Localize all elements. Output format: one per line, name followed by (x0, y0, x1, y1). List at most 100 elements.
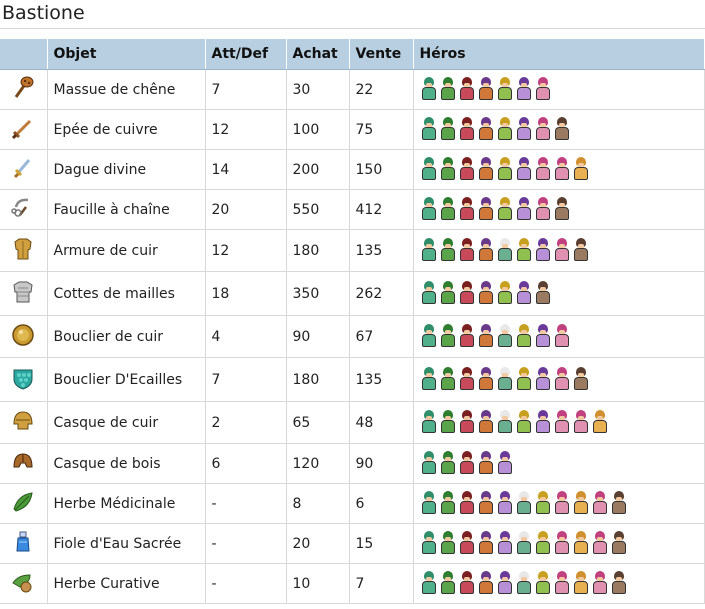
wooden-helmet-icon (10, 449, 36, 479)
item-heroes (413, 443, 705, 484)
item-attdef: 7 (205, 69, 287, 110)
hero-sprite-gold (572, 157, 590, 182)
item-icon-cell (0, 483, 48, 524)
item-achat: 100 (286, 109, 350, 150)
hero-sprite-yellow (534, 571, 552, 596)
item-icon-cell (0, 357, 48, 402)
item-heroes (413, 189, 705, 230)
hero-sprite-red (458, 324, 476, 349)
holy-water-icon (10, 529, 36, 559)
shop-table: Objet Att/Def Achat Vente Héros Massue d… (0, 39, 705, 604)
hero-sprite-mint (496, 367, 514, 392)
hero-sprite-yellow (496, 117, 514, 142)
hero-sprite-pink (553, 324, 571, 349)
item-name: Casque de bois (47, 443, 206, 484)
item-attdef: 12 (205, 229, 287, 272)
hero-sprite-purple (534, 324, 552, 349)
leather-armor-icon (10, 236, 36, 266)
hero-sprite-orange (477, 281, 495, 306)
hero-sprite-brown (553, 117, 571, 142)
hero-sprite-gold (572, 491, 590, 516)
hero-sprite-pink (553, 238, 571, 263)
item-achat: 8 (286, 483, 350, 524)
item-heroes (413, 357, 705, 402)
hero-sprite-red (458, 410, 476, 435)
heroes-list (420, 571, 698, 596)
hero-sprite-teal (420, 571, 438, 596)
hero-sprite-pink (553, 410, 571, 435)
hero-sprite-pink (553, 367, 571, 392)
item-vente: 150 (349, 149, 414, 190)
hero-sprite-orange (477, 531, 495, 556)
hero-sprite-teal (420, 410, 438, 435)
hero-sprite-purple (515, 77, 533, 102)
hero-sprite-purple (515, 117, 533, 142)
item-vente: 15 (349, 523, 414, 564)
item-vente: 48 (349, 401, 414, 444)
hero-sprite-green (439, 571, 457, 596)
heroes-list (420, 77, 698, 102)
table-row: Herbe Médicinale -8 6 (0, 483, 705, 524)
hero-sprite-teal (420, 324, 438, 349)
hero-sprite-purple (515, 281, 533, 306)
hero-sprite-mint (515, 571, 533, 596)
leather-shield-icon (10, 322, 36, 352)
hero-sprite-yellow (534, 491, 552, 516)
table-row: Casque de cuir 2 65 48 (0, 401, 705, 444)
hero-sprite-mint (515, 491, 533, 516)
hero-sprite-gold (591, 410, 609, 435)
item-icon-cell (0, 69, 48, 110)
table-row: Massue de chêne 7 30 22 (0, 69, 705, 110)
item-name: Armure de cuir (47, 229, 206, 272)
hero-sprite-yellow (515, 410, 533, 435)
item-attdef: 6 (205, 443, 287, 484)
header-achat: Achat (286, 39, 350, 70)
item-heroes (413, 149, 705, 190)
item-icon-cell (0, 443, 48, 484)
heroes-list (420, 531, 698, 556)
hero-sprite-green (439, 324, 457, 349)
hero-sprite-green (439, 238, 457, 263)
item-attdef: - (205, 483, 287, 524)
hero-sprite-mint (496, 238, 514, 263)
item-icon-cell (0, 189, 48, 230)
hero-sprite-yellow (515, 367, 533, 392)
hero-sprite-yellow (515, 324, 533, 349)
item-attdef: 7 (205, 357, 287, 402)
heroes-list (420, 157, 698, 182)
item-achat: 120 (286, 443, 350, 484)
leather-helmet-icon (10, 408, 36, 438)
item-vente: 7 (349, 563, 414, 604)
hero-sprite-pink (553, 531, 571, 556)
hero-sprite-teal (420, 197, 438, 222)
table-row: Casque de bois 6 120 90 (0, 443, 705, 484)
hero-sprite-red (458, 571, 476, 596)
item-name: Cottes de mailles (47, 271, 206, 316)
header-attdef: Att/Def (205, 39, 287, 70)
heroes-list (420, 197, 698, 222)
hero-sprite-orange (477, 571, 495, 596)
hero-sprite-mint (496, 324, 514, 349)
item-achat: 180 (286, 229, 350, 272)
table-row: Dague divine 14 200 150 (0, 149, 705, 190)
table-row: Herbe Curative -10 7 (0, 563, 705, 604)
item-icon-cell (0, 523, 48, 564)
item-heroes (413, 271, 705, 316)
hero-sprite-pink (553, 571, 571, 596)
item-name: Casque de cuir (47, 401, 206, 444)
item-attdef: - (205, 563, 287, 604)
header-vente: Vente (349, 39, 414, 70)
item-name: Bouclier de cuir (47, 315, 206, 358)
item-achat: 90 (286, 315, 350, 358)
item-heroes (413, 229, 705, 272)
hero-sprite-yellow (515, 238, 533, 263)
hero-sprite-pink (534, 117, 552, 142)
item-vente: 135 (349, 229, 414, 272)
hero-sprite-orange (477, 157, 495, 182)
hero-sprite-teal (420, 531, 438, 556)
item-icon-cell (0, 401, 48, 444)
hero-sprite-teal (420, 238, 438, 263)
hero-sprite-green (439, 157, 457, 182)
hero-sprite-brown (572, 367, 590, 392)
item-icon-cell (0, 271, 48, 316)
